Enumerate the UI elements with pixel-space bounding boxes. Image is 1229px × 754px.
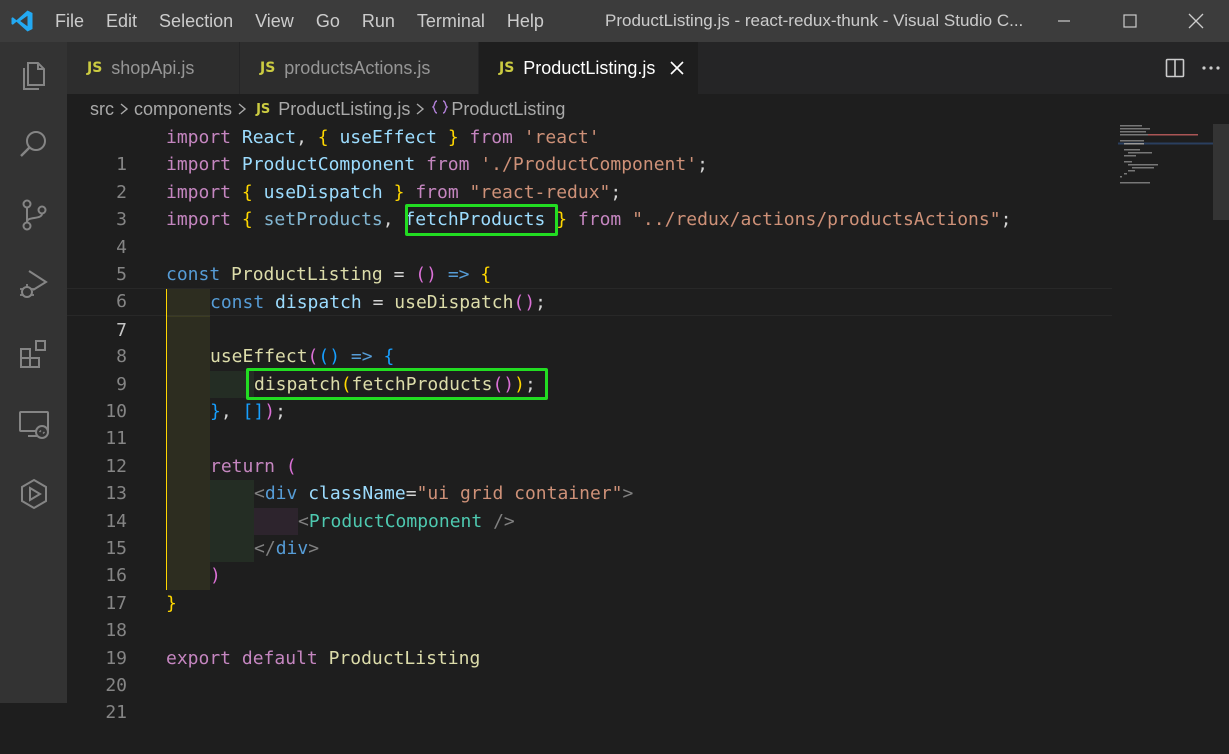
highlight-box-import xyxy=(405,204,558,236)
chevron-right-icon xyxy=(234,102,250,116)
close-icon xyxy=(670,61,684,75)
minimap[interactable] xyxy=(1118,124,1213,194)
menu-edit[interactable]: Edit xyxy=(95,11,148,32)
extensions-icon xyxy=(19,340,46,368)
source-control-icon xyxy=(22,199,46,231)
code-line: 14 <div className="ui grid container"> xyxy=(67,480,1112,532)
vscode-window: File Edit Selection View Go Run Terminal… xyxy=(0,0,1229,723)
breadcrumb-symbol[interactable]: ProductListing xyxy=(451,99,565,120)
code-line: 21 xyxy=(67,672,1112,723)
explorer-button[interactable] xyxy=(0,48,67,104)
close-window-button[interactable] xyxy=(1163,0,1229,42)
search-button[interactable] xyxy=(0,117,67,173)
code-line: 18 } xyxy=(67,590,1112,641)
code-line: 13 return ( xyxy=(67,452,1112,504)
code-line: 9 useEffect(() => { xyxy=(67,343,1112,395)
menu-help[interactable]: Help xyxy=(496,11,555,32)
menu-run[interactable]: Run xyxy=(351,11,406,32)
window-title: ProductListing.js - react-redux-thunk - … xyxy=(605,11,1024,30)
menu-bar: File Edit Selection View Go Run Terminal… xyxy=(44,11,555,32)
tab-label: productsActions.js xyxy=(284,57,431,78)
breadcrumb-file[interactable]: ProductListing.js xyxy=(278,99,410,120)
tab-shopapi[interactable]: JS shopApi.js xyxy=(67,42,240,94)
tab-label: shopApi.js xyxy=(111,57,195,78)
menu-view[interactable]: View xyxy=(244,11,305,32)
menu-terminal[interactable]: Terminal xyxy=(406,11,496,32)
menu-selection[interactable]: Selection xyxy=(148,11,244,32)
chevron-right-icon xyxy=(116,102,132,116)
js-file-icon: JS xyxy=(499,60,515,76)
tab-actions xyxy=(1157,42,1229,94)
code-line: 12 xyxy=(67,425,1112,477)
minimize-icon xyxy=(1058,20,1070,22)
run-debug-icon xyxy=(19,270,48,298)
menu-go[interactable]: Go xyxy=(305,11,351,32)
test-button[interactable] xyxy=(0,466,67,522)
title-bar: File Edit Selection View Go Run Terminal… xyxy=(0,0,1229,42)
activity-bar xyxy=(0,42,67,703)
breadcrumb-src[interactable]: src xyxy=(90,99,114,120)
line-number: 21 xyxy=(105,702,127,724)
close-tab-button[interactable] xyxy=(667,58,687,78)
code-line: 8 xyxy=(67,315,1112,367)
tab-label: ProductListing.js xyxy=(523,57,656,78)
code-line: 1 import React, { useEffect } from 'reac… xyxy=(67,124,1112,175)
code-line: 4 import { setProducts, fetchProducts } … xyxy=(67,206,1112,257)
source-control-button[interactable] xyxy=(0,187,67,243)
remote-explorer-icon xyxy=(18,411,49,439)
symbol-module-icon xyxy=(431,100,449,118)
vscode-logo-icon xyxy=(0,0,44,42)
maximize-icon xyxy=(1123,14,1137,28)
code-line: 20 export default ProductListing xyxy=(67,645,1112,696)
close-icon xyxy=(1188,13,1204,29)
js-file-icon: JS xyxy=(256,101,271,117)
breadcrumb-components[interactable]: components xyxy=(134,99,232,120)
remote-explorer-button[interactable] xyxy=(0,396,67,452)
code-line: 16 </div> xyxy=(67,535,1112,586)
code-line: 17 ) xyxy=(67,562,1112,614)
testing-icon xyxy=(20,478,47,510)
maximize-button[interactable] xyxy=(1097,0,1163,42)
breadcrumb: src components JS ProductListing.js Prod… xyxy=(67,94,1229,124)
code-line: 2 import ProductComponent from './Produc… xyxy=(67,151,1112,202)
tab-productsactions[interactable]: JS productsActions.js xyxy=(240,42,479,94)
chevron-right-icon xyxy=(412,102,428,116)
code-line: 5 xyxy=(67,234,1112,285)
run-debug-button[interactable] xyxy=(0,256,67,312)
code-line: 10 dispatch(fetchProducts()); xyxy=(67,370,1112,422)
more-actions-button[interactable] xyxy=(1193,42,1229,94)
split-editor-button[interactable] xyxy=(1157,42,1193,94)
code-line-current: 7 const dispatch = useDispatch(); xyxy=(67,288,1112,341)
search-icon xyxy=(19,131,46,157)
code-line: 15 <ProductComponent /> xyxy=(67,507,1112,559)
code-editor[interactable]: 1 import React, { useEffect } from 'reac… xyxy=(67,124,1229,723)
menu-file[interactable]: File xyxy=(44,11,95,32)
editor-tabs: JS shopApi.js JS productsActions.js JS P… xyxy=(67,42,1229,94)
split-editor-icon xyxy=(1165,58,1185,78)
code-line: 19 xyxy=(67,617,1112,669)
highlight-box-dispatch xyxy=(246,368,548,400)
extensions-button[interactable] xyxy=(0,326,67,382)
js-file-icon: JS xyxy=(87,60,103,76)
files-icon xyxy=(22,62,45,90)
js-file-icon: JS xyxy=(260,60,276,76)
window-controls xyxy=(1031,0,1229,42)
scrollbar-thumb[interactable] xyxy=(1213,124,1229,220)
code-line: 6 const ProductListing = () => { xyxy=(67,261,1112,312)
code-line: 3 import { useDispatch } from "react-red… xyxy=(67,179,1112,230)
code-line: 11 }, []); xyxy=(67,398,1112,449)
minimize-button[interactable] xyxy=(1031,0,1097,42)
ellipsis-icon xyxy=(1202,66,1220,70)
tab-productlisting[interactable]: JS ProductListing.js xyxy=(479,42,699,94)
